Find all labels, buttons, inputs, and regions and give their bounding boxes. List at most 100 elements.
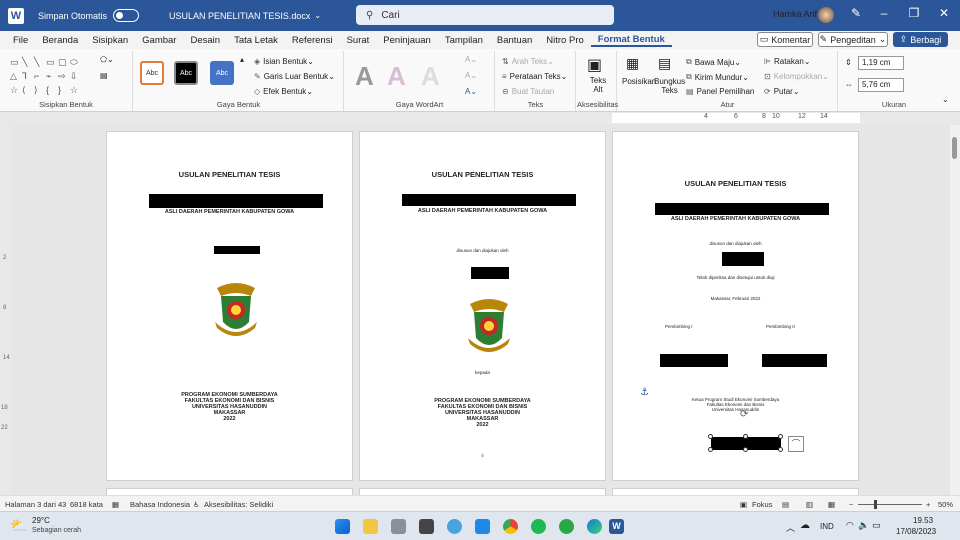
- wrap-text-icon[interactable]: ▤: [658, 55, 671, 72]
- accessibility-status[interactable]: Aksesibilitas: Selidiki: [204, 500, 273, 509]
- tab-references[interactable]: Referensi: [285, 35, 340, 46]
- pen-icon[interactable]: ✎: [846, 6, 866, 20]
- battery-icon[interactable]: ▭: [872, 520, 881, 531]
- anchor-icon[interactable]: ⚓: [640, 387, 649, 398]
- chevron-up-icon[interactable]: ︿: [786, 521, 795, 534]
- page-1[interactable]: USULAN PENELITIAN TESIS ASLI DAERAH PEME…: [106, 131, 353, 481]
- focus-icon[interactable]: ▣: [740, 500, 747, 509]
- layout-options-icon[interactable]: ⌒: [788, 436, 804, 452]
- shape-outline-button[interactable]: ✎ Garis Luar Bentuk ⌄: [254, 72, 335, 81]
- zoom-out-icon[interactable]: −: [849, 500, 853, 509]
- alt-text-icon[interactable]: ▣: [587, 55, 602, 75]
- edit-shape-icon[interactable]: ⬠⌄: [100, 55, 114, 64]
- clock-date[interactable]: 17/08/2023: [896, 527, 936, 536]
- tab-shape-format[interactable]: Format Bentuk: [590, 34, 672, 47]
- editing-button[interactable]: ✎ Pengeditan ⌄: [818, 32, 888, 47]
- zoom-slider-thumb[interactable]: [874, 500, 877, 509]
- wordart-style-2[interactable]: A: [387, 61, 406, 92]
- width-field[interactable]: 5,76 cm: [858, 78, 904, 92]
- start-icon[interactable]: [335, 519, 350, 534]
- text-direction-button[interactable]: ⇅ Arah Teks ⌄: [502, 57, 554, 66]
- shape-effects-button[interactable]: ◇ Efek Bentuk ⌄: [254, 87, 313, 96]
- focus-mode[interactable]: Fokus: [752, 500, 772, 509]
- textbox-icon[interactable]: ▤: [100, 71, 108, 80]
- page-4[interactable]: [106, 488, 353, 495]
- accessibility-icon[interactable]: ♿: [193, 500, 200, 509]
- horizontal-ruler[interactable]: 4 6 8 10 12 14: [0, 112, 960, 125]
- tab-home[interactable]: Beranda: [35, 35, 85, 46]
- weather-text[interactable]: Sebagian cerah: [32, 527, 81, 534]
- web-layout-icon[interactable]: ▦: [828, 500, 835, 509]
- edge-icon[interactable]: [587, 519, 602, 534]
- restore-icon[interactable]: ❐: [904, 6, 924, 20]
- app-icon[interactable]: [419, 519, 434, 534]
- tab-design[interactable]: Desain: [183, 35, 227, 46]
- resize-handle[interactable]: [778, 434, 783, 439]
- weather-icon[interactable]: ⛅: [10, 517, 27, 534]
- wifi-icon[interactable]: ◠: [846, 520, 854, 531]
- zoom-slider[interactable]: [858, 504, 922, 505]
- print-layout-icon[interactable]: ▥: [806, 500, 813, 509]
- rotate-button[interactable]: ⟳ Putar ⌄: [764, 87, 800, 96]
- comments-button[interactable]: ▭ Komentar: [757, 32, 813, 47]
- style-orange-outline[interactable]: Abc: [140, 61, 164, 85]
- minimize-icon[interactable]: –: [874, 6, 894, 20]
- language[interactable]: Bahasa Indonesia: [130, 500, 190, 509]
- spotify-icon[interactable]: [531, 519, 546, 534]
- clock-time[interactable]: 19.53: [913, 516, 933, 525]
- autosave-toggle[interactable]: [113, 9, 140, 22]
- page-5[interactable]: [359, 488, 606, 495]
- avatar[interactable]: [818, 7, 834, 23]
- align-text-button[interactable]: ≡ Perataan Teks ⌄: [502, 72, 567, 81]
- word-app-icon[interactable]: W: [609, 519, 624, 534]
- page-6[interactable]: [612, 488, 859, 495]
- style-gallery-scroll[interactable]: ▴: [240, 55, 244, 64]
- document-canvas[interactable]: USULAN PENELITIAN TESIS ASLI DAERAH PEME…: [12, 125, 950, 495]
- send-backward-button[interactable]: ⧉ Kirim Mundur ⌄: [686, 72, 749, 82]
- create-link-button[interactable]: ⊝ Buat Tautan: [502, 87, 554, 96]
- temperature[interactable]: 29°C: [32, 516, 50, 525]
- text-outline-icon[interactable]: A⌄: [465, 71, 477, 80]
- zoom-level[interactable]: 50%: [938, 500, 953, 509]
- resize-handle[interactable]: [743, 434, 748, 439]
- tab-file[interactable]: File: [6, 35, 35, 46]
- alt-text-button[interactable]: Teks Alt: [587, 76, 609, 94]
- search-input[interactable]: ⚲ Cari: [356, 5, 614, 25]
- page-2[interactable]: USULAN PENELITIAN TESIS ASLI DAERAH PEME…: [359, 131, 606, 481]
- proofing-icon[interactable]: ▦: [112, 500, 119, 509]
- wrap-text-button[interactable]: Bungkus Teks: [654, 77, 685, 95]
- tab-help[interactable]: Bantuan: [490, 35, 539, 46]
- text-effects-icon[interactable]: A⌄: [465, 87, 477, 96]
- whatsapp-icon[interactable]: [559, 519, 574, 534]
- rotate-handle-icon[interactable]: ⟳: [740, 409, 748, 420]
- resize-handle[interactable]: [743, 447, 748, 452]
- tab-layout[interactable]: Tata Letak: [227, 35, 285, 46]
- height-field[interactable]: 1,19 cm: [858, 56, 904, 70]
- user-name[interactable]: Hamka Arif: [773, 9, 817, 19]
- collapse-ribbon-icon[interactable]: ⌄: [942, 95, 949, 104]
- cloud-icon[interactable]: ☁: [800, 520, 810, 531]
- align-button[interactable]: ⊫ Ratakan ⌄: [764, 57, 810, 66]
- vertical-ruler[interactable]: 2 8 14 18 22: [0, 125, 12, 495]
- scroll-thumb[interactable]: [952, 137, 957, 159]
- chevron-down-icon[interactable]: ⌄: [314, 11, 321, 20]
- shape-fill-button[interactable]: ◈ Isian Bentuk ⌄: [254, 57, 314, 66]
- group-button[interactable]: ⊡ Kelompokkan ⌄: [764, 72, 829, 81]
- document-title[interactable]: USULAN PENELITIAN TESIS.docx: [169, 11, 310, 21]
- word-count[interactable]: 6818 kata: [70, 500, 103, 509]
- close-icon[interactable]: ✕: [934, 6, 954, 20]
- tab-insert[interactable]: Sisipkan: [85, 35, 135, 46]
- shapes-gallery[interactable]: ▭ ╲ ╲ ▭ ▢ ⬭ △ ⅂ ⌐ ⌁ ⇨ ⇩ ☆ ⟨ ⟩{} ☆: [10, 57, 85, 97]
- page-3[interactable]: USULAN PENELITIAN TESIS ASLI DAERAH PEME…: [612, 131, 859, 481]
- bring-forward-button[interactable]: ⧉ Bawa Maju ⌄: [686, 57, 741, 67]
- language-indicator[interactable]: IND: [820, 522, 834, 531]
- zoom-in-icon[interactable]: +: [926, 500, 930, 509]
- wordart-style-3[interactable]: A: [421, 61, 440, 92]
- resize-handle[interactable]: [708, 447, 713, 452]
- wordart-style-1[interactable]: A: [355, 61, 374, 92]
- style-black-fill[interactable]: Abc: [174, 61, 198, 85]
- style-blue-fill[interactable]: Abc: [210, 61, 234, 85]
- app-icon[interactable]: [475, 519, 490, 534]
- share-button[interactable]: ⇪ Berbagi: [893, 32, 948, 47]
- file-explorer-icon[interactable]: [363, 519, 378, 534]
